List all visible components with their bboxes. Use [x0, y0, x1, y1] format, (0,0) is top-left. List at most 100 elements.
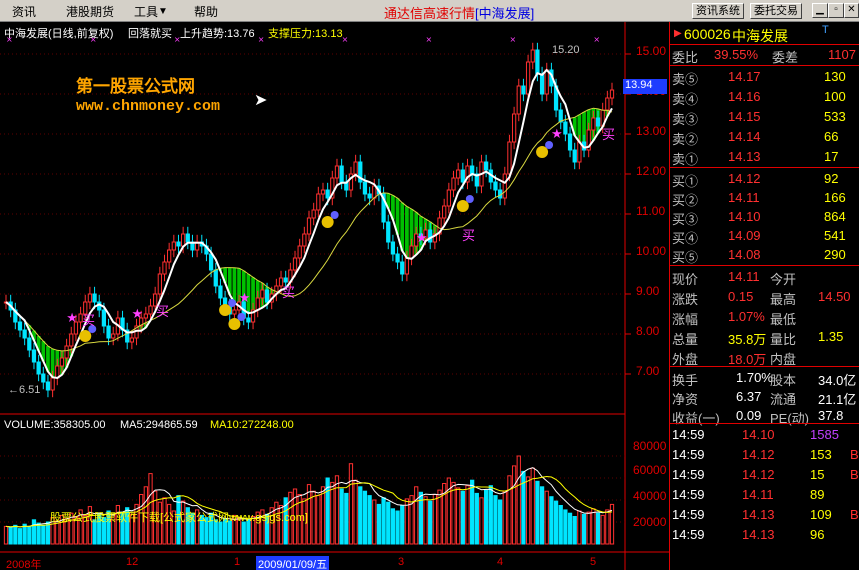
stat-row: 涨幅 1.07% 最低: [670, 307, 859, 327]
candle-body: [92, 293, 97, 303]
tick-row[interactable]: 14:59 14.13 96: [670, 525, 859, 545]
candle-body: [264, 289, 270, 303]
volume-bar: [525, 476, 531, 545]
candle-body: [213, 269, 218, 287]
volume-bar: [344, 492, 349, 545]
candle-body: [404, 257, 410, 275]
volume-bar: [535, 480, 540, 545]
candle-body: [484, 161, 489, 171]
candle-body: [609, 89, 615, 99]
order-volume: 130: [824, 69, 846, 84]
volume-bar: [218, 521, 223, 545]
stat-label: 总量: [672, 332, 699, 347]
candle-body: [372, 185, 377, 199]
x-axis-label: 4: [497, 556, 504, 568]
volume-axis-tick: 80000: [633, 439, 667, 453]
app-title-main: 通达信高速行情: [384, 6, 476, 21]
candle-body: [334, 165, 340, 179]
volume-bar: [581, 513, 587, 545]
tick-row[interactable]: 14:59 14.12 153 B: [670, 445, 859, 465]
candle-body: [311, 209, 316, 219]
stock-code: 600026: [684, 26, 731, 42]
volume-ma5-label: MA5:294865.59: [120, 419, 198, 431]
low-price-value: 6.51: [19, 384, 41, 396]
buy-signal-label: 买: [602, 127, 616, 142]
menu-news[interactable]: 资讯: [12, 3, 36, 20]
volume-bar: [511, 465, 517, 545]
menu-help[interactable]: 帮助: [194, 3, 218, 20]
candle-body: [456, 169, 461, 179]
panel-header: ▶ 600026 中海发展 T: [670, 24, 859, 44]
watermark-title: 第一股票公式网: [76, 77, 195, 96]
trade-button[interactable]: 委托交易: [750, 3, 802, 19]
candle-body: [232, 309, 237, 315]
x-axis-label: 12: [126, 556, 139, 568]
x-axis-label: 2008年: [6, 559, 42, 570]
volume-bar: [563, 509, 568, 545]
kline-chart[interactable]: × × × × × × × × ★ ★ ★ ★ ★ 中海发展(日线,前复权) 回落就买 上升趋势:13.…: [0, 22, 670, 570]
buy-signal-label: 买: [82, 313, 96, 328]
tick-price: 14.12: [742, 467, 775, 482]
sell-order-row: 卖② 14.14 66: [670, 127, 859, 147]
candle-body: [516, 85, 521, 115]
volume-bar: [36, 522, 41, 545]
volume-bar: [553, 500, 559, 545]
menu-hk-futures[interactable]: 港股期货: [66, 3, 114, 20]
volume-bar: [502, 490, 507, 545]
volume-bar: [362, 490, 368, 545]
price-axis-tick: 9.00: [636, 284, 660, 298]
finance-value: 0.09: [736, 408, 762, 423]
restore-icon[interactable]: ▫: [828, 3, 844, 18]
candle-body: [320, 189, 326, 195]
tick-row[interactable]: 14:59 14.11 89: [670, 485, 859, 505]
news-system-button[interactable]: 资讯系统: [692, 3, 744, 19]
tick-time: 14:59: [672, 427, 705, 442]
tick-row[interactable]: 14:59 14.10 1585: [670, 425, 859, 445]
volume-bar: [41, 524, 46, 545]
volume-bar: [423, 496, 428, 545]
price-axis-tick: 13.00: [636, 124, 667, 138]
current-price-marker: 13.94: [623, 79, 667, 94]
candle-body: [395, 253, 400, 263]
divider: [670, 423, 859, 424]
order-price: 14.11: [728, 190, 760, 205]
candle-body: [185, 233, 190, 243]
weicha-label: 委差: [772, 50, 799, 65]
volume-bar: [241, 521, 246, 545]
close-icon[interactable]: ✕: [844, 3, 859, 18]
volume-axis-tick: 20000: [633, 515, 667, 529]
candle-body: [306, 217, 312, 235]
stock-tag: T: [822, 24, 829, 36]
candle-body: [87, 293, 93, 303]
tick-row[interactable]: 14:59 14.13 109 B: [670, 505, 859, 525]
low-price-label: ←6.51: [8, 384, 41, 396]
volume-bar: [577, 510, 582, 545]
volume-bar: [460, 490, 465, 545]
menu-tools[interactable]: 工具: [134, 3, 158, 20]
candle-body: [50, 377, 55, 391]
tick-time: 14:59: [672, 507, 705, 522]
stock-name: 中海发展: [732, 28, 788, 44]
candle-body: [143, 313, 148, 319]
minimize-icon[interactable]: ▁: [812, 3, 828, 18]
buy-order-row: 买④ 14.09 541: [670, 226, 859, 246]
candle-body: [325, 189, 330, 199]
watermark-url: www.chnmoney.com: [76, 98, 221, 115]
order-volume: 864: [824, 209, 846, 224]
marker-dot-icon: [228, 299, 237, 307]
volume-bar: [558, 505, 563, 545]
candle-body: [31, 349, 37, 363]
signal-marker-icon: ×: [258, 35, 265, 44]
candle-body: [167, 249, 172, 263]
volume-bar: [400, 505, 405, 545]
candle-body: [171, 241, 176, 251]
volume-bar: [334, 475, 340, 545]
tick-direction: B: [850, 467, 859, 482]
volume-bar: [8, 527, 13, 545]
volume-bar: [470, 479, 475, 545]
candle-body: [525, 61, 531, 95]
candle-body: [530, 49, 535, 63]
candle-body: [129, 337, 134, 343]
x-axis-label: 5: [590, 556, 597, 568]
tick-row[interactable]: 14:59 14.12 15 B: [670, 465, 859, 485]
